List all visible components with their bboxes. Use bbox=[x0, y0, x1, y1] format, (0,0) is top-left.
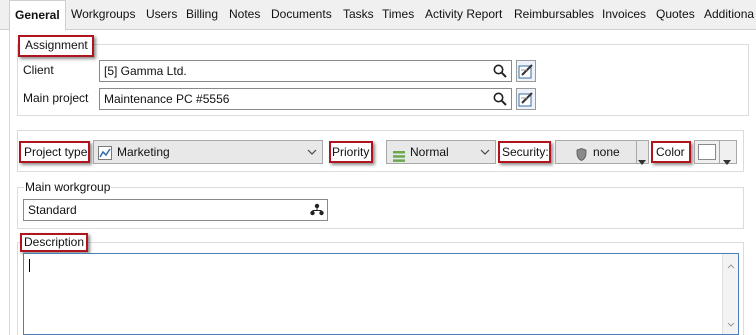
color-divider bbox=[719, 141, 720, 163]
tab-workgroups[interactable]: Workgroups bbox=[71, 0, 135, 30]
description-title: Description bbox=[24, 235, 85, 249]
description-scrollbar[interactable] bbox=[722, 254, 738, 334]
client-search-icon[interactable] bbox=[490, 61, 510, 81]
priority-select[interactable]: Normal bbox=[386, 140, 496, 164]
project-search-icon[interactable] bbox=[490, 89, 510, 109]
text-caret bbox=[29, 259, 30, 272]
workgroup-people-icon[interactable] bbox=[307, 200, 327, 220]
chevron-down-icon bbox=[479, 141, 491, 163]
main-project-field[interactable]: Maintenance PC #5556 bbox=[99, 88, 512, 110]
chevron-down-icon bbox=[306, 141, 318, 163]
tab-notes[interactable]: Notes bbox=[229, 0, 260, 30]
project-type-select[interactable]: Marketing bbox=[93, 140, 323, 164]
chart-icon bbox=[98, 145, 112, 167]
tab-bar: General Workgroups Users Billing Notes D… bbox=[0, 0, 756, 31]
project-type-value: Marketing bbox=[117, 145, 170, 159]
tab-documents[interactable]: Documents bbox=[271, 0, 332, 30]
project-type-label: Project type bbox=[24, 145, 88, 159]
project-edit-icon[interactable] bbox=[516, 88, 536, 110]
client-label: Client bbox=[23, 63, 54, 77]
main-project-label: Main project bbox=[23, 91, 89, 105]
color-label: Color bbox=[656, 145, 685, 159]
tab-reimbursables[interactable]: Reimbursables bbox=[514, 0, 594, 30]
workgroup-field[interactable]: Standard bbox=[23, 199, 328, 221]
priority-icon bbox=[393, 147, 405, 169]
security-label: Security: bbox=[502, 145, 549, 159]
scroll-up-icon[interactable] bbox=[727, 258, 735, 272]
tab-times[interactable]: Times bbox=[382, 0, 414, 30]
dropdown-arrow-icon[interactable] bbox=[638, 150, 646, 172]
tab-additional[interactable]: Additiona bbox=[704, 0, 754, 30]
workgroup-title: Main workgroup bbox=[24, 180, 112, 194]
security-value: none bbox=[593, 145, 620, 159]
tab-users[interactable]: Users bbox=[146, 0, 177, 30]
tab-billing[interactable]: Billing bbox=[186, 0, 218, 30]
left-border bbox=[0, 30, 10, 335]
scroll-down-icon[interactable] bbox=[727, 316, 735, 330]
security-select[interactable]: none bbox=[555, 140, 649, 165]
assignment-title: Assignment bbox=[25, 38, 88, 52]
color-picker[interactable] bbox=[694, 140, 737, 165]
tab-general[interactable]: General bbox=[9, 0, 66, 31]
description-textarea[interactable] bbox=[23, 253, 739, 335]
shield-icon bbox=[576, 146, 587, 168]
client-field[interactable]: [5] Gamma Ltd. bbox=[99, 60, 512, 82]
main-project-value: Maintenance PC #5556 bbox=[104, 92, 230, 106]
priority-value: Normal bbox=[410, 145, 449, 159]
security-divider bbox=[636, 141, 637, 163]
tab-invoices[interactable]: Invoices bbox=[602, 0, 646, 30]
client-edit-icon[interactable] bbox=[516, 60, 536, 82]
color-swatch bbox=[698, 144, 716, 160]
workgroup-value: Standard bbox=[28, 203, 77, 217]
tab-tasks[interactable]: Tasks bbox=[343, 0, 374, 30]
priority-label: Priority bbox=[332, 145, 370, 159]
tab-quotes[interactable]: Quotes bbox=[656, 0, 695, 30]
tab-activity-report[interactable]: Activity Report bbox=[425, 0, 502, 30]
dropdown-arrow-icon[interactable] bbox=[723, 150, 731, 172]
client-value: [5] Gamma Ltd. bbox=[104, 64, 187, 78]
